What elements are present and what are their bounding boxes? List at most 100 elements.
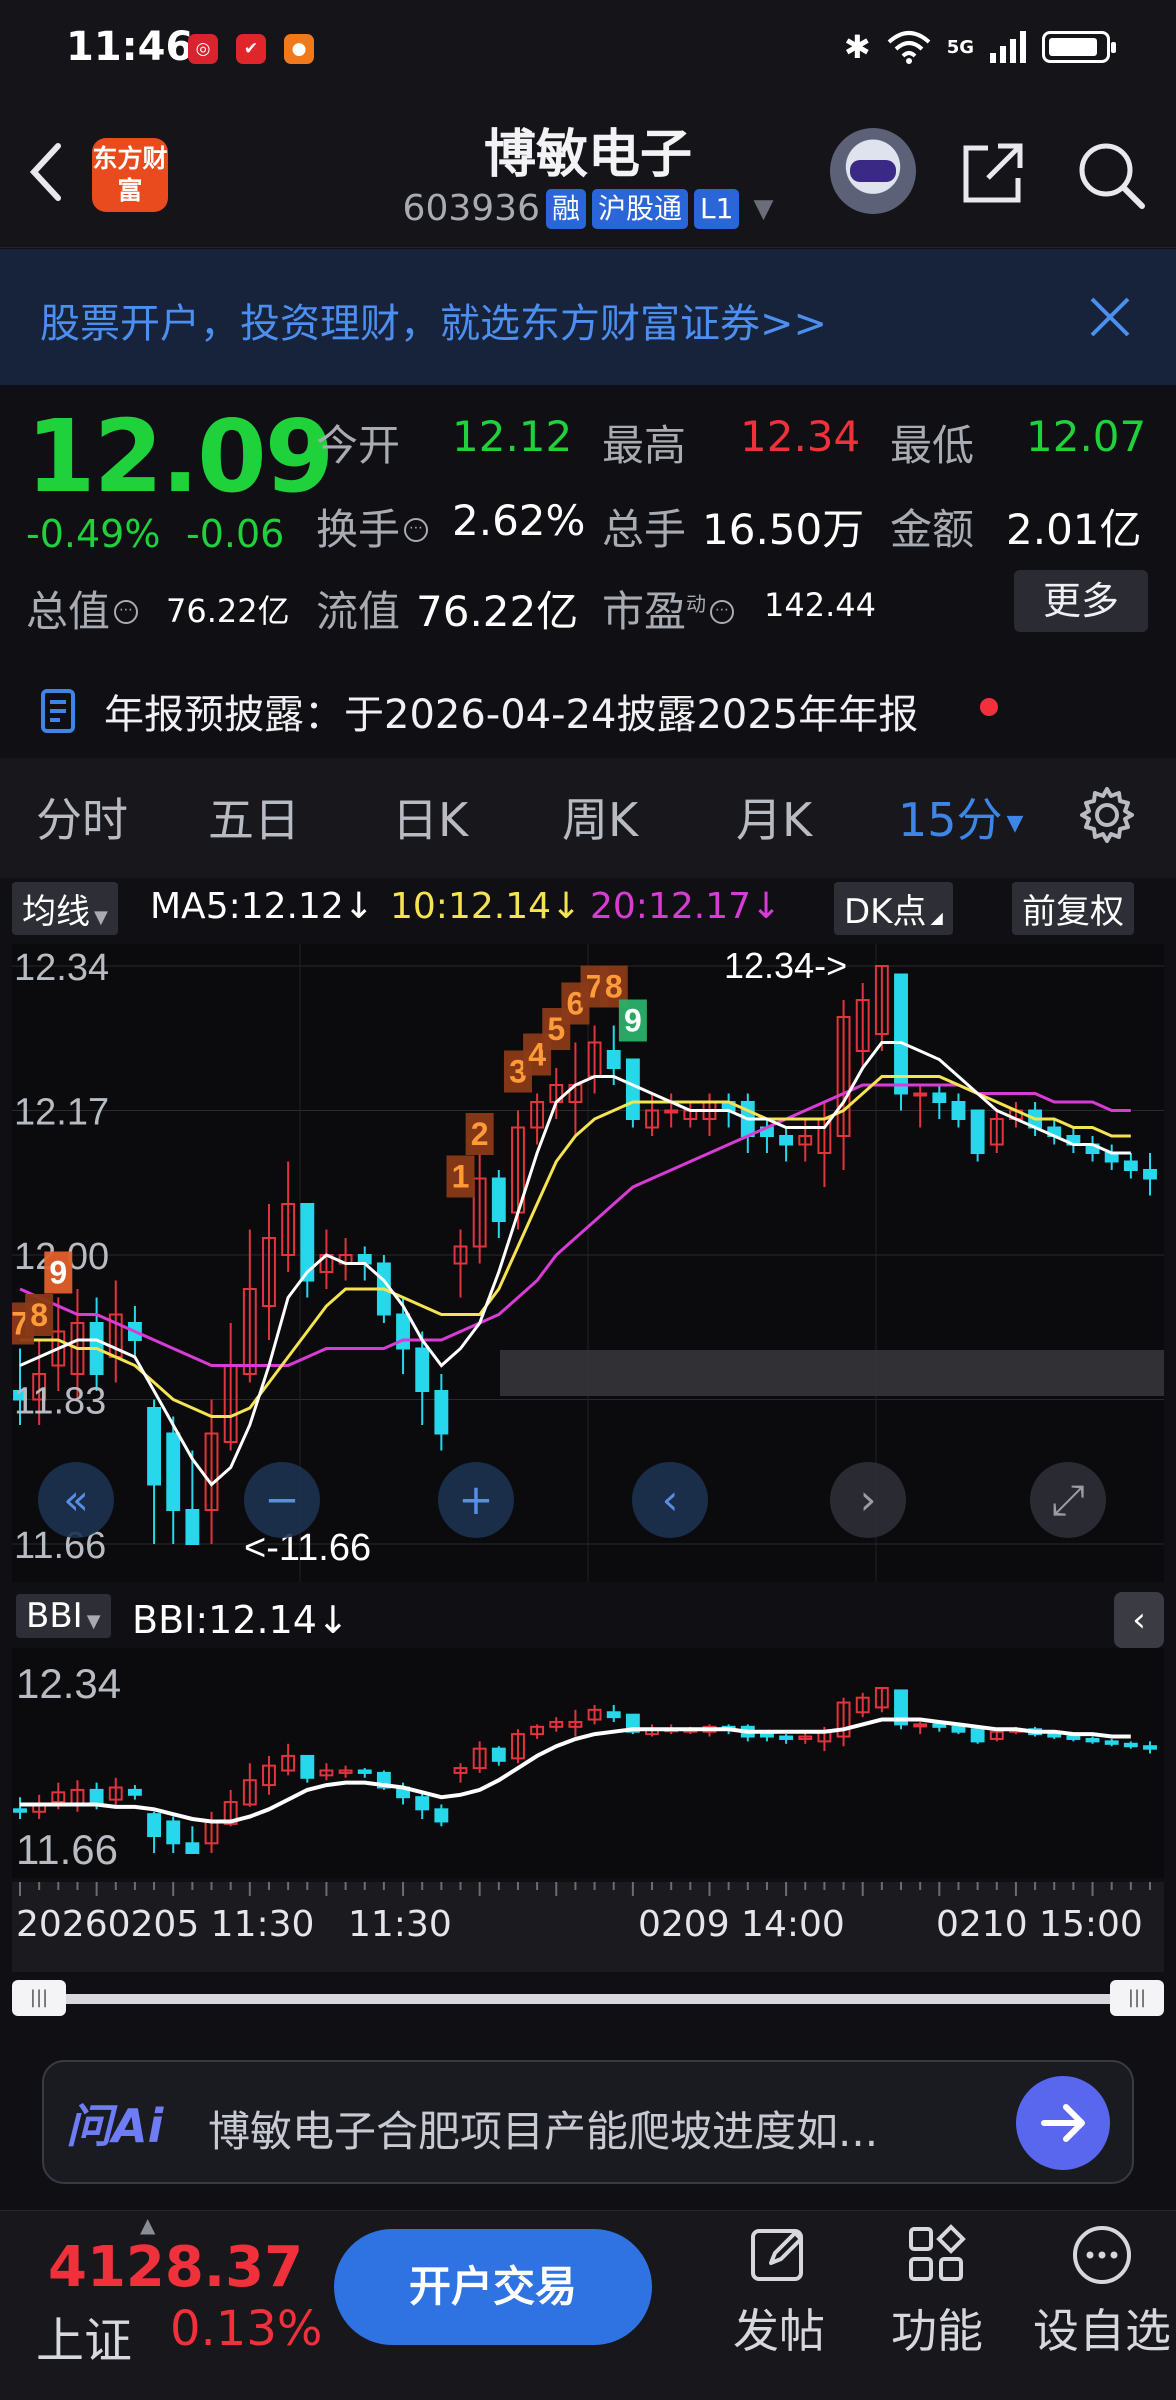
- double-left-icon[interactable]: «: [38, 1462, 114, 1538]
- float-value: 76.22亿: [416, 587, 579, 636]
- info-icon[interactable]: ⋯: [404, 517, 429, 542]
- chevron-down-icon: ▼: [753, 193, 774, 224]
- tab-weekly-k[interactable]: 周K: [562, 784, 638, 850]
- promo-banner[interactable]: 股票开户，投资理财，就选东方财富证券>>: [0, 249, 1176, 385]
- gear-icon[interactable]: [1078, 786, 1136, 844]
- bbi-candle: [89, 1788, 104, 1806]
- volume-label: 总手: [602, 505, 687, 554]
- chart-range-slider[interactable]: ||| |||: [12, 1980, 1164, 2016]
- candle: [664, 1109, 679, 1114]
- annual-report-notice[interactable]: 年报预披露：于2026-04-24披露2025年年报: [0, 668, 1176, 758]
- ma-mode-select[interactable]: 均线 ▼: [12, 882, 118, 935]
- tab-intraday[interactable]: 分时: [36, 784, 128, 850]
- ai-robot-icon[interactable]: [830, 128, 916, 214]
- index-value[interactable]: 4128.37: [48, 2235, 303, 2300]
- more-circle-icon: [1073, 2226, 1131, 2284]
- time-axis: 20260205 11:30 11:30 0209 14:00 0210 15:…: [12, 1882, 1164, 1972]
- bbi-chart[interactable]: 12.34 11.66: [12, 1648, 1164, 1878]
- nav-post[interactable]: 发帖: [714, 2223, 844, 2361]
- bbi-candle: [491, 1747, 506, 1762]
- ma20-value: 20:12.17↓: [590, 886, 782, 927]
- bbi-mode-select[interactable]: BBI ▼: [16, 1594, 111, 1638]
- connect-badge: 沪股通: [592, 188, 689, 229]
- svg-text:+: +: [458, 1475, 493, 1524]
- candle: [951, 1101, 966, 1120]
- svg-text:‹: ‹: [662, 1475, 679, 1524]
- svg-text:2: 2: [471, 1116, 489, 1152]
- candlestick-chart[interactable]: 12.3412.1712.0011.8311.66 789123456789 1…: [12, 944, 1164, 1582]
- battery-icon: [1042, 31, 1116, 63]
- bbi-candle: [760, 1733, 774, 1738]
- bbi-candle: [185, 1842, 200, 1854]
- slider-handle-right[interactable]: |||: [1110, 1980, 1164, 2016]
- svg-text:⤢: ⤢: [1051, 1475, 1085, 1524]
- collapse-arrow-icon[interactable]: ‹: [1114, 1592, 1164, 1648]
- candle: [166, 1432, 181, 1511]
- td-count-badge: 1: [446, 1155, 475, 1198]
- bbi-candle: [166, 1820, 181, 1845]
- bbi-bottom-label: 11.66: [16, 1826, 118, 1873]
- more-button[interactable]: 更多: [1014, 570, 1148, 632]
- share-icon[interactable]: [958, 138, 1028, 208]
- ai-prompt: 博敏电子合肥项目产能爬坡进度如...: [208, 2107, 879, 2156]
- next-icon[interactable]: ›: [830, 1462, 906, 1538]
- bbi-candle: [1123, 1742, 1138, 1748]
- td-count-badge: 9: [44, 1251, 73, 1294]
- open-label: 今开: [316, 421, 401, 470]
- zoom-out-icon[interactable]: −: [244, 1462, 320, 1538]
- fullscreen-icon[interactable]: ⤢: [1030, 1462, 1106, 1538]
- bbi-value: BBI:12.14↓: [132, 1598, 349, 1642]
- svg-text:›: ›: [860, 1475, 877, 1524]
- bbi-candle: [1104, 1740, 1119, 1745]
- search-icon[interactable]: [1074, 138, 1146, 210]
- svg-text:1: 1: [452, 1159, 470, 1195]
- bbi-candle: [415, 1796, 430, 1811]
- svg-text:«: «: [63, 1475, 89, 1524]
- info-icon[interactable]: ⋯: [114, 599, 139, 624]
- open-account-trade-button[interactable]: 开户交易: [334, 2229, 652, 2345]
- mktcap-label: 总值 ⋯: [26, 578, 142, 639]
- low-value: 12.07: [1026, 412, 1147, 461]
- chevron-up-icon[interactable]: ▲: [140, 2213, 155, 2237]
- notification-app-icon: ✔: [236, 34, 266, 64]
- tab-15min[interactable]: 15分 ▼: [898, 784, 1023, 850]
- zoom-in-icon[interactable]: +: [438, 1462, 514, 1538]
- info-icon[interactable]: ⋯: [710, 599, 735, 624]
- time-ticks: [19, 1882, 1151, 1896]
- bbi-candle: [147, 1813, 162, 1838]
- bbi-candle: [13, 1808, 27, 1813]
- adjust-button[interactable]: 前复权: [1012, 882, 1134, 935]
- bbi-candle: [970, 1728, 985, 1743]
- ma-indicator-row: 均线 ▼ MA5:12.12↓ 10:12.14↓ 20:12.17↓ DK点 ◢ …: [0, 880, 1176, 936]
- price-label: 12.34: [14, 947, 109, 989]
- change-amount: -0.06: [186, 512, 285, 556]
- nav-functions[interactable]: 功能: [872, 2223, 1002, 2361]
- float-label: 流值: [316, 587, 401, 636]
- open-value: 12.12: [452, 412, 573, 461]
- candle: [185, 1509, 200, 1545]
- nav-add-watchlist[interactable]: 设自选: [1032, 2223, 1172, 2361]
- high-label: 最高: [602, 421, 687, 470]
- bbi-top-label: 12.34: [16, 1660, 121, 1707]
- candle: [1123, 1160, 1138, 1171]
- amount-value: 2.01亿: [1006, 505, 1142, 554]
- candle: [625, 1058, 640, 1120]
- tab-daily-k[interactable]: 日K: [392, 784, 468, 850]
- bbi-candle: [779, 1735, 794, 1740]
- send-button[interactable]: [1016, 2076, 1110, 2170]
- grid-icon: [909, 2224, 966, 2281]
- tab-monthly-k[interactable]: 月K: [736, 784, 812, 850]
- tab-five-day[interactable]: 五日: [208, 784, 300, 850]
- close-icon[interactable]: [1086, 293, 1134, 341]
- candle: [415, 1347, 430, 1392]
- dk-point-button[interactable]: DK点 ◢: [834, 882, 953, 935]
- prev-icon[interactable]: ‹: [632, 1462, 708, 1538]
- period-tabs: 分时 五日 日K 周K 月K 15分 ▼: [0, 758, 1176, 878]
- td-count-badge: 9: [618, 999, 647, 1042]
- slider-handle-left[interactable]: |||: [12, 1980, 66, 2016]
- bbi-candle: [913, 1723, 928, 1728]
- time-label: 0210 15:00: [936, 1904, 1143, 1945]
- ai-question-box[interactable]: 问Ai 博敏电子合肥项目产能爬坡进度如...: [42, 2060, 1134, 2184]
- bbi-header: BBI ▼ BBI:12.14↓ ‹: [0, 1586, 1176, 1648]
- mktcap-value: 76.22亿: [166, 592, 290, 630]
